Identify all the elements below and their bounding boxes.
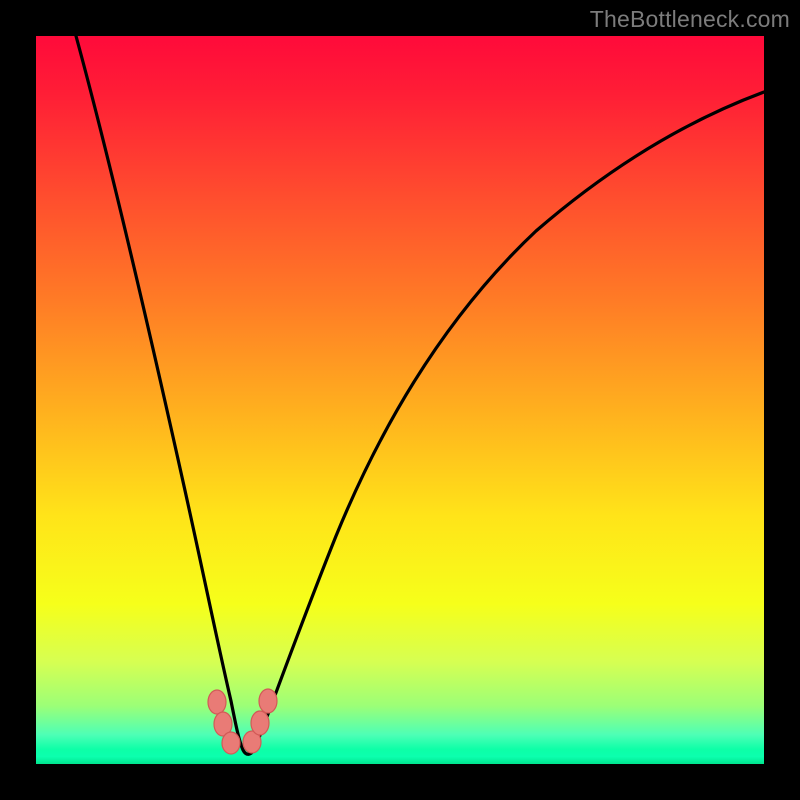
marker-point [251,711,269,735]
marker-point [259,689,277,713]
chart-frame: TheBottleneck.com [0,0,800,800]
watermark-text: TheBottleneck.com [590,6,790,33]
marker-point [222,732,240,754]
bottleneck-curve [76,36,764,754]
chart-plot-area [36,36,764,764]
chart-svg [36,36,764,764]
marker-point [208,690,226,714]
